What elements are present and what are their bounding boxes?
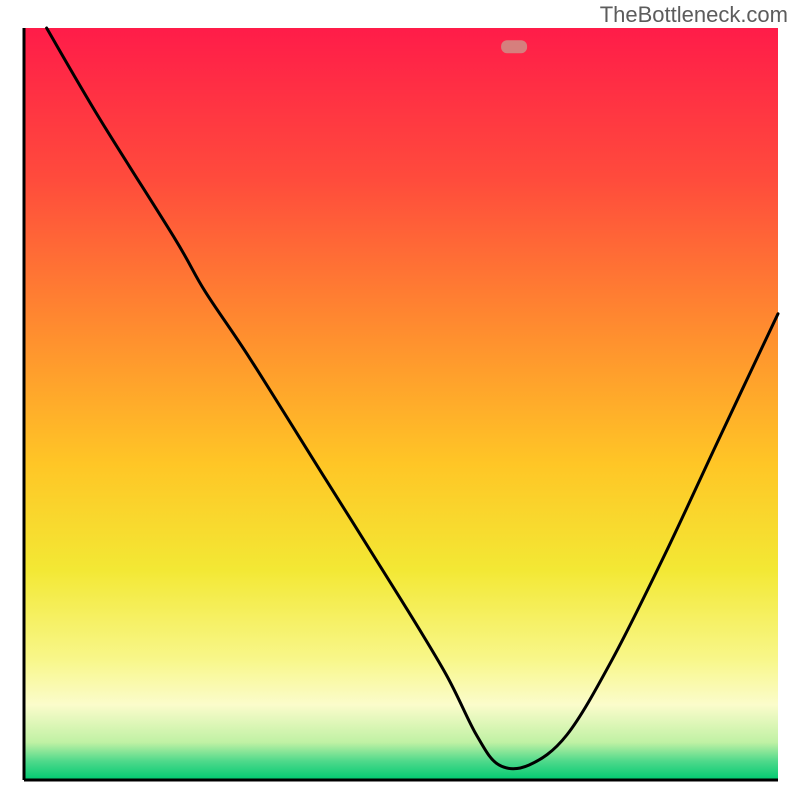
bottleneck-chart (0, 0, 800, 800)
gradient-background (24, 28, 778, 780)
watermark-text: TheBottleneck.com (600, 2, 788, 28)
chart-container: TheBottleneck.com (0, 0, 800, 800)
optimum-marker (501, 40, 527, 53)
